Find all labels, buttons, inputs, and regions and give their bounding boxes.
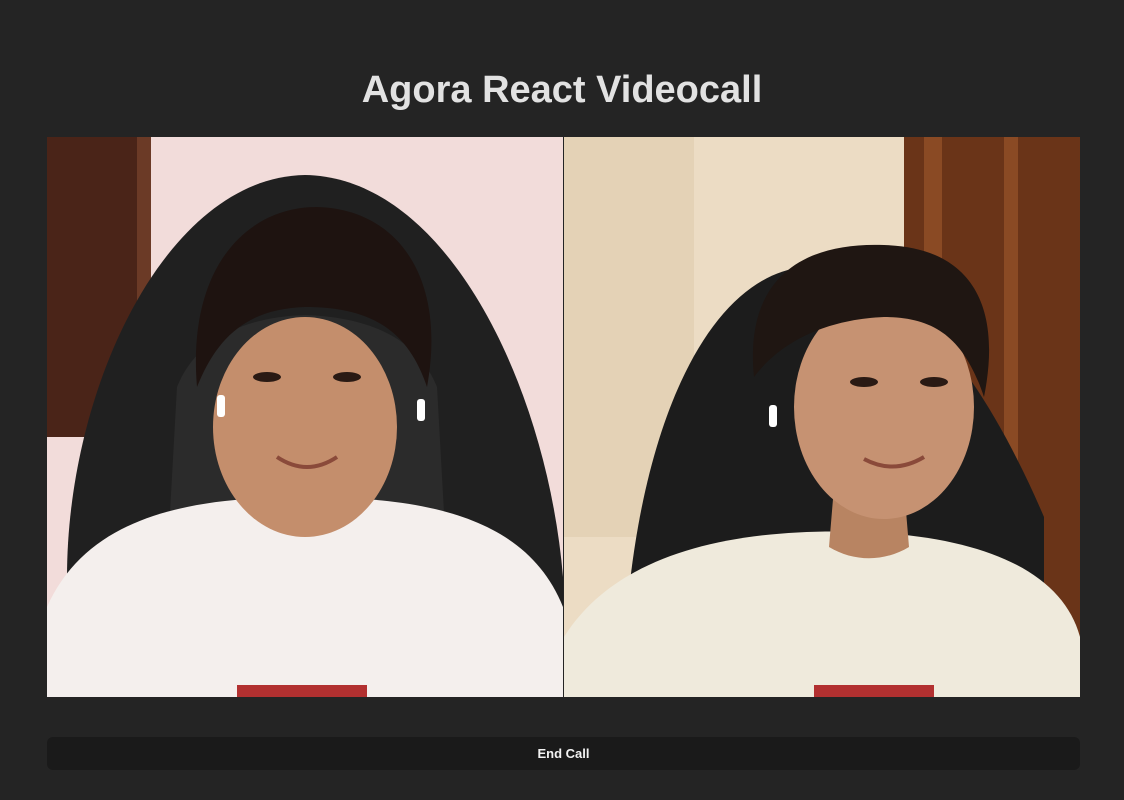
earbud-icon xyxy=(417,399,425,421)
remote-video-feed xyxy=(564,137,1080,697)
earbud-icon xyxy=(217,395,225,417)
local-video-tile xyxy=(47,137,563,697)
video-grid xyxy=(47,137,1080,697)
local-video-feed xyxy=(47,137,563,697)
remote-video-tile xyxy=(564,137,1080,697)
videocall-app: Agora React Videocall End Call xyxy=(0,0,1124,800)
person-face xyxy=(213,317,397,537)
earbud-icon xyxy=(769,405,777,427)
page-title: Agora React Videocall xyxy=(361,69,763,111)
end-call-button[interactable]: End Call xyxy=(47,737,1080,770)
